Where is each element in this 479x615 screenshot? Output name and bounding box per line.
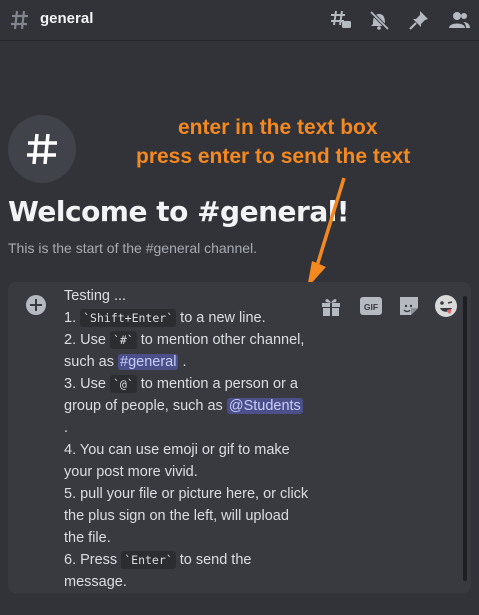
inline-code: `Enter`	[121, 551, 176, 569]
channel-mention[interactable]: #general	[118, 354, 179, 370]
svg-text:GIF: GIF	[364, 302, 378, 312]
annotation-line-1: enter in the text box	[178, 116, 378, 139]
message-line: 3. Use `@` to mention a person or a grou…	[64, 375, 303, 436]
gif-icon[interactable]: GIF	[359, 294, 383, 318]
message-line: 5. pull your file or picture here, or cl…	[64, 486, 309, 546]
upload-plus-button[interactable]	[26, 295, 46, 315]
channel-avatar	[8, 115, 76, 183]
welcome-subtitle: This is the start of the #general channe…	[8, 240, 258, 256]
inline-code: `Shift+Enter`	[80, 309, 177, 327]
message-line: 4. You can use emoji or gif to make your…	[64, 442, 290, 480]
message-line: Testing ...	[64, 288, 127, 304]
inline-code: `@`	[109, 375, 137, 393]
channel-header: general	[0, 0, 479, 41]
message-line: 2. Use `#` to mention other channel, suc…	[64, 331, 305, 370]
members-icon[interactable]	[448, 10, 470, 30]
composer-scrollbar[interactable]	[463, 296, 467, 581]
gift-icon[interactable]	[319, 294, 343, 318]
message-line: 6. Press `Enter` to send the message.	[64, 551, 252, 590]
mute-bell-icon[interactable]	[368, 10, 390, 30]
message-input[interactable]: Testing ... 1. `Shift+Enter` to a new li…	[64, 285, 309, 593]
message-composer[interactable]: Testing ... 1. `Shift+Enter` to a new li…	[8, 282, 471, 593]
hash-icon	[11, 10, 28, 30]
annotation-arrow	[307, 177, 346, 288]
annotation-line-2: press enter to send the text	[136, 145, 411, 168]
role-mention[interactable]: @Students	[226, 398, 303, 414]
message-line: 1. `Shift+Enter` to a new line.	[64, 309, 266, 327]
emoji-icon[interactable]	[434, 294, 458, 318]
threads-icon[interactable]	[330, 10, 352, 30]
large-hash-icon	[27, 133, 57, 165]
pin-icon[interactable]	[408, 10, 430, 30]
channel-name: general	[40, 10, 94, 27]
inline-code: `#`	[109, 331, 137, 349]
sticker-icon[interactable]	[397, 294, 421, 318]
welcome-title: Welcome to #general!	[8, 195, 350, 228]
